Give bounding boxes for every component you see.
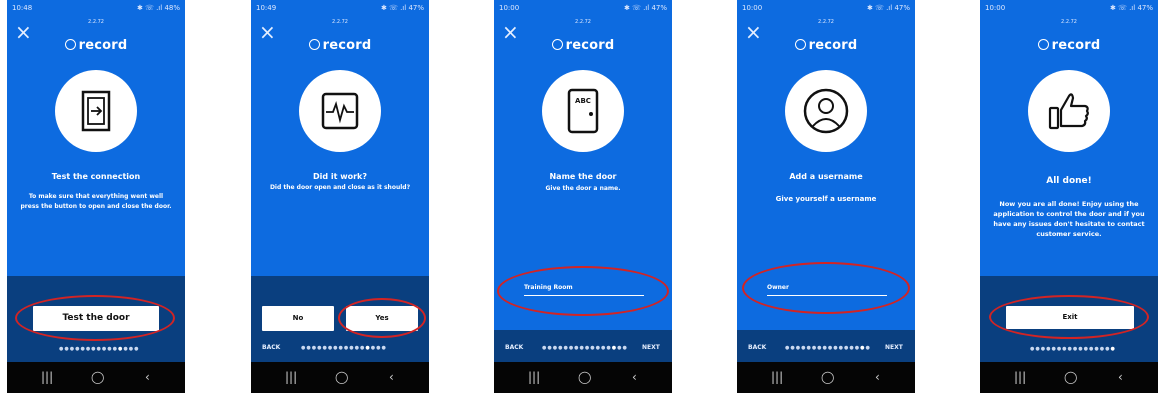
back-icon[interactable]: ‹ [389, 370, 394, 384]
battery-level: 47% [408, 4, 424, 12]
screen-did-it-work: 10:49 ✱ ☏ .ıl 47% 2.2.72 × record Did it… [251, 0, 429, 393]
app-version: 2.2.72 [818, 19, 834, 25]
status-time: 10:49 [256, 4, 277, 12]
signal-icons: ✱ ☏ .ıl [1110, 4, 1136, 12]
progress-dots: ●●●●●●●●●●●●●●●● [301, 345, 387, 351]
logo-text: record [808, 38, 858, 53]
screen-description: Give the door a name. [545, 185, 621, 192]
recent-apps-icon[interactable]: ||| [771, 370, 783, 384]
record-logo: record [737, 38, 915, 53]
home-icon[interactable]: ◯ [578, 370, 591, 384]
logo-text: record [322, 38, 372, 53]
battery-level: 47% [1137, 4, 1153, 12]
screen-title: Test the connection [51, 172, 141, 181]
status-time: 10:00 [742, 4, 763, 12]
logo-text: record [565, 38, 615, 53]
app-version: 2.2.72 [332, 19, 348, 25]
back-link[interactable]: BACK [748, 344, 766, 351]
home-icon[interactable]: ◯ [91, 370, 104, 384]
screen-title: Add a username [789, 172, 863, 181]
screen-name-door: 10:00 ✱ ☏ .ıl 47% 2.2.72 × record ABC Na… [494, 0, 672, 393]
back-icon[interactable]: ‹ [875, 370, 880, 384]
battery-level: 47% [651, 4, 667, 12]
logo-mark-icon [1037, 39, 1049, 50]
screen-description: To make sure that everything went well p… [20, 193, 172, 210]
logo-mark-icon [551, 39, 563, 50]
system-navigation: ||| ◯ ‹ [494, 362, 672, 393]
logo-mark-icon [64, 39, 76, 50]
system-navigation: ||| ◯ ‹ [251, 362, 429, 393]
next-link[interactable]: NEXT [642, 344, 660, 351]
signal-icons: ✱ ☏ .ıl [381, 4, 407, 12]
progress-dots: ●●●●●●●●●●●●●●●● [1030, 346, 1116, 352]
door-label-text: ABC [575, 97, 591, 105]
signal-icons: ✱ ☏ .ıl [867, 4, 893, 12]
home-icon[interactable]: ◯ [1064, 370, 1077, 384]
highlight-oval [497, 266, 669, 316]
door-enter-icon [55, 70, 137, 152]
recent-apps-icon[interactable]: ||| [285, 370, 297, 384]
record-logo: record [7, 38, 185, 53]
record-logo: record [980, 38, 1158, 53]
logo-mark-icon [794, 39, 806, 50]
screen-test-connection: 10:48 ✱ ☏ .ıl 48% 2.2.72 × record Test t… [7, 0, 185, 393]
screen-description: Give yourself a username [775, 195, 877, 203]
home-icon[interactable]: ◯ [335, 370, 348, 384]
app-version: 2.2.72 [1061, 19, 1077, 25]
recent-apps-icon[interactable]: ||| [41, 370, 53, 384]
logo-text: record [78, 38, 128, 53]
progress-dots: ●●●●●●●●●●●●●●● [59, 346, 140, 352]
status-time: 10:00 [985, 4, 1006, 12]
screen-description: Did the door open and close as it should… [269, 184, 411, 191]
system-navigation: ||| ◯ ‹ [737, 362, 915, 393]
door-label-icon: ABC [542, 70, 624, 152]
pulse-monitor-icon [299, 70, 381, 152]
highlight-oval [989, 295, 1149, 339]
highlight-oval [15, 295, 175, 341]
screen-description: Now you are all done! Enjoy using the ap… [993, 200, 1145, 238]
recent-apps-icon[interactable]: ||| [528, 370, 540, 384]
system-navigation: ||| ◯ ‹ [980, 362, 1158, 393]
status-time: 10:00 [499, 4, 520, 12]
recent-apps-icon[interactable]: ||| [1014, 370, 1026, 384]
no-button[interactable]: No [262, 306, 334, 331]
progress-dots: ●●●●●●●●●●●●●●●● [785, 345, 871, 351]
progress-dots: ●●●●●●●●●●●●●●●● [542, 345, 628, 351]
screen-title: Name the door [549, 172, 617, 181]
highlight-oval [742, 262, 910, 314]
signal-icons: ✱ ☏ .ıl [137, 4, 163, 12]
record-logo: record [494, 38, 672, 53]
screen-all-done: 10:00 ✱ ☏ .ıl 47% 2.2.72 record All done… [980, 0, 1158, 393]
back-icon[interactable]: ‹ [632, 370, 637, 384]
back-icon[interactable]: ‹ [145, 370, 150, 384]
user-avatar-icon [785, 70, 867, 152]
system-navigation: ||| ◯ ‹ [7, 362, 185, 393]
record-logo: record [251, 38, 429, 53]
app-version: 2.2.72 [88, 19, 104, 25]
back-icon[interactable]: ‹ [1118, 370, 1123, 384]
thumbs-up-icon [1028, 70, 1110, 152]
screen-add-username: 10:00 ✱ ☏ .ıl 47% 2.2.72 × record Add a … [737, 0, 915, 393]
screen-title: All done! [1046, 176, 1092, 186]
signal-icons: ✱ ☏ .ıl [624, 4, 650, 12]
battery-level: 47% [894, 4, 910, 12]
screen-title: Did it work? [312, 172, 368, 181]
battery-level: 48% [164, 4, 180, 12]
status-time: 10:48 [12, 4, 33, 12]
logo-mark-icon [308, 39, 320, 50]
app-version: 2.2.72 [575, 19, 591, 25]
logo-text: record [1051, 38, 1101, 53]
back-link[interactable]: BACK [505, 344, 523, 351]
next-link[interactable]: NEXT [885, 344, 903, 351]
back-link[interactable]: BACK [262, 344, 280, 351]
home-icon[interactable]: ◯ [821, 370, 834, 384]
highlight-oval [338, 298, 426, 338]
